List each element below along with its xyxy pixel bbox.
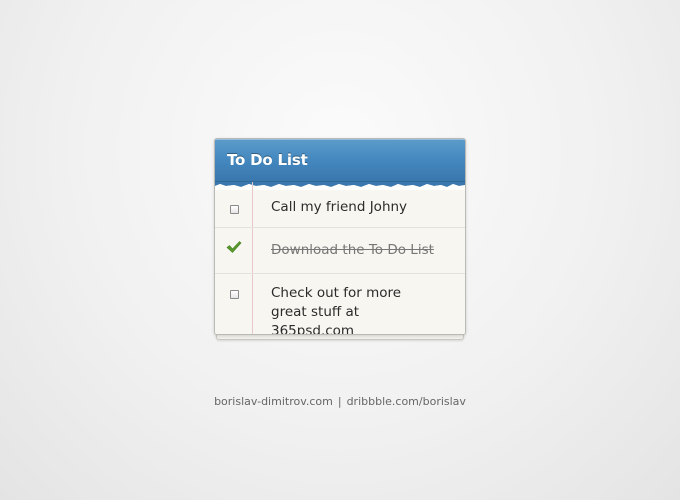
checkbox-unchecked[interactable]	[229, 290, 239, 299]
list-item[interactable]: Call my friend Johny	[215, 190, 465, 228]
footer-link-portfolio[interactable]: borislav-dimitrov.com	[214, 395, 333, 408]
footer-separator: |	[337, 395, 342, 408]
todo-title: To Do List	[227, 151, 308, 169]
checkmark-icon[interactable]	[226, 240, 242, 254]
todo-item-label: Call my friend Johny	[271, 199, 408, 215]
list-item[interactable]: Check out for more great stuff at 365psd…	[215, 274, 465, 334]
todo-widget: To Do List Call my friend Johny Download…	[214, 138, 466, 340]
checkbox-unchecked[interactable]	[229, 205, 239, 214]
footer-link-dribbble[interactable]: dribbble.com/borislav	[347, 395, 466, 408]
checkbox-cell[interactable]	[215, 274, 253, 299]
checkbox-cell[interactable]	[215, 228, 253, 254]
todo-item-label-done: Download the To Do List	[271, 242, 434, 258]
todo-header: To Do List	[215, 139, 465, 182]
list-item[interactable]: Download the To Do List	[215, 228, 465, 274]
todo-list: Call my friend Johny Download the To Do …	[215, 182, 465, 334]
todo-card: To Do List Call my friend Johny Download…	[214, 138, 466, 335]
checkbox-cell[interactable]	[215, 190, 253, 214]
todo-item-label: Check out for more great stuff at 365psd…	[271, 285, 402, 335]
footer-credits: borislav-dimitrov.com | dribbble.com/boris…	[0, 395, 680, 408]
